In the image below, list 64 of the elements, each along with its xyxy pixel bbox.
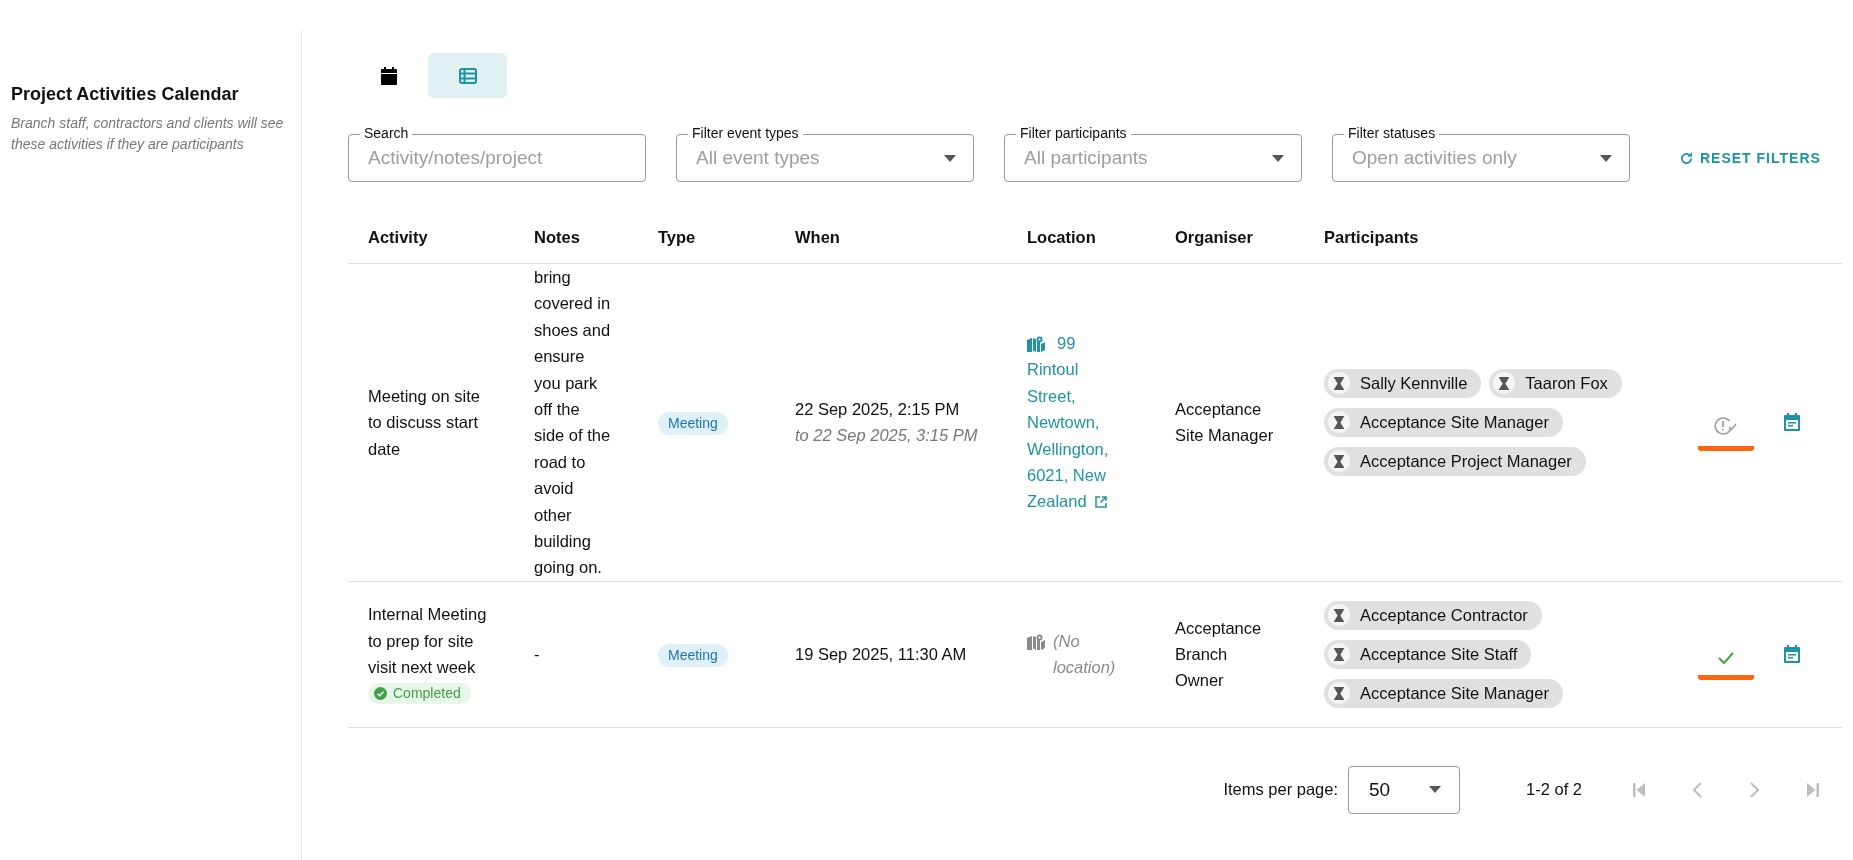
column-header: Activity — [348, 212, 514, 264]
calendar-icon — [1784, 413, 1800, 432]
notes-text: - — [534, 644, 541, 665]
participant-chip: Acceptance Project Manager — [1324, 446, 1586, 476]
caret-icon — [1429, 786, 1442, 794]
page-description: Branch staff, contractors and clients will see these activities if they are participants — [11, 114, 285, 154]
type-tag: Meeting — [658, 644, 728, 667]
check-circle-icon — [374, 686, 387, 700]
pending-check-icon — [1714, 415, 1738, 436]
page-range-text: 1-2 of 2 — [1526, 780, 1582, 800]
notes-text: bring covered in shoes and ensure you park off the side of the road to avoid other building going on. — [534, 267, 612, 579]
field-label: Filter event types — [688, 125, 803, 141]
items-per-page-label: Items per page: — [1223, 780, 1339, 800]
column-header: Organiser — [1155, 212, 1304, 264]
chevron-left-icon — [1692, 781, 1702, 798]
completed-badge: Completed — [368, 682, 471, 704]
checkmark-icon — [1717, 650, 1735, 665]
hourglass-icon — [1334, 454, 1344, 468]
participant-chip: Acceptance Site Staff — [1324, 639, 1532, 669]
field-label: Search — [360, 125, 413, 141]
calendar-icon — [1784, 645, 1800, 664]
refresh-icon — [1680, 151, 1693, 165]
activity-title: Internal Meeting to prep for site visit next week — [368, 604, 488, 679]
organiser-name: Acceptance Branch Owner — [1175, 617, 1263, 692]
column-header: Type — [638, 212, 775, 264]
map-icon — [1027, 633, 1045, 650]
hourglass-icon — [1334, 647, 1344, 661]
start-time: 19 Sep 2025, 11:30 AM — [795, 644, 968, 665]
reset-filters-button[interactable]: RESET FILTERS — [1674, 146, 1827, 170]
calendar-icon — [380, 66, 397, 85]
caret-icon — [1272, 155, 1284, 162]
participant-chip: Acceptance Site Manager — [1324, 407, 1563, 437]
no-location-text: (No location) — [1053, 630, 1117, 679]
first-page-icon — [1633, 782, 1645, 797]
location-link[interactable]: 99 Rintoul Street, Newtown, Wellington, 6021, New Zealand — [1027, 329, 1127, 515]
column-header: Location — [1007, 212, 1155, 264]
start-time: 22 Sep 2025, 2:15 PM — [795, 398, 961, 420]
end-time: to 22 Sep 2025, 3:15 PM — [795, 425, 979, 447]
chevron-right-icon — [1750, 781, 1760, 798]
organiser-name: Acceptance Site Manager — [1175, 398, 1275, 447]
last-page-icon — [1807, 782, 1819, 797]
participant-chip: Acceptance Site Manager — [1324, 678, 1563, 708]
column-header: When — [775, 212, 1007, 264]
column-header: Participants — [1304, 212, 1664, 264]
caret-icon — [944, 155, 956, 162]
list-icon — [458, 67, 477, 84]
hourglass-icon — [1334, 415, 1344, 429]
participant-chip: Taaron Fox — [1489, 368, 1622, 398]
caret-icon — [1600, 155, 1612, 162]
items-per-page-dropdown[interactable]: 50 — [1348, 765, 1461, 814]
map-icon — [1027, 335, 1045, 352]
column-header: Notes — [514, 212, 638, 264]
type-tag: Meeting — [658, 412, 728, 436]
field-label: Filter statuses — [1344, 125, 1440, 141]
page-title: Project Activities Calendar — [11, 84, 240, 105]
hourglass-icon — [1334, 376, 1344, 390]
external-link-icon — [1094, 496, 1107, 509]
hourglass-icon — [1334, 608, 1344, 622]
field-label: Filter participants — [1016, 125, 1131, 141]
participant-chip: Sally Kennville — [1324, 368, 1482, 398]
hourglass-icon — [1499, 376, 1510, 390]
activity-title: Meeting on site to discuss start date — [368, 385, 481, 460]
hourglass-icon — [1334, 686, 1344, 700]
participant-chip: Acceptance Contractor — [1324, 600, 1542, 630]
